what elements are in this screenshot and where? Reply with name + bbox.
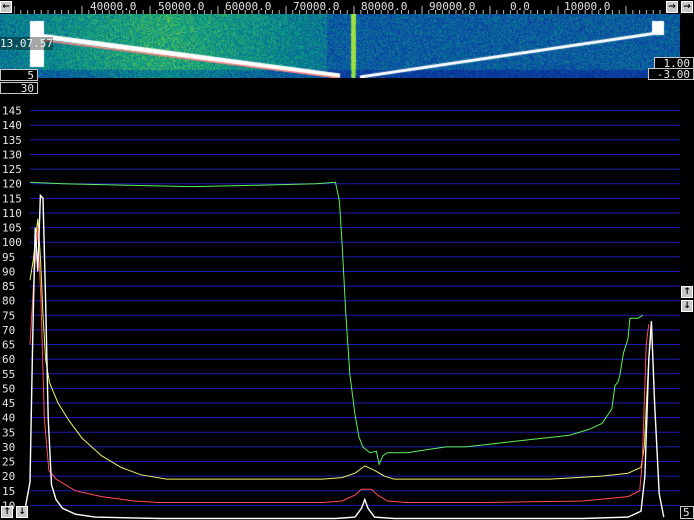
- y-tick-label: 130: [2, 148, 22, 161]
- freq-label: 80000.0: [361, 0, 408, 13]
- freq-label: 90000.0: [429, 0, 476, 13]
- series-white-line: [22, 193, 665, 520]
- y-tick-label: 25: [2, 456, 15, 469]
- arrow-right-icon: →: [668, 2, 676, 12]
- arrow-down-icon: ↓: [18, 507, 26, 517]
- y-tick-label: 115: [2, 192, 22, 205]
- freq-label: 40000.0: [90, 0, 137, 13]
- freq-label: 60000.0: [225, 0, 272, 13]
- y-tick-label: 50: [2, 382, 15, 395]
- y-tick-label: 40: [2, 412, 15, 425]
- zero-field[interactable]: -3.00: [648, 68, 694, 81]
- arrow-right-icon: →: [683, 2, 691, 12]
- y-tick-label: 145: [2, 105, 22, 118]
- arrow-up-icon: ↑: [3, 507, 11, 517]
- y-tick-label: 35: [2, 426, 15, 439]
- y-tick-label: 55: [2, 368, 15, 381]
- scale-up-button[interactable]: ↑: [681, 286, 693, 298]
- scroll-left-button[interactable]: ←: [0, 1, 12, 13]
- y-tick-label: 65: [2, 339, 15, 352]
- freq-label: 10000.0: [564, 0, 611, 13]
- y-tick-label: 135: [2, 134, 22, 147]
- bottom-right-field[interactable]: 5: [680, 506, 694, 519]
- y-tick-label: 125: [2, 163, 22, 176]
- y-tick-label: 15: [2, 485, 15, 498]
- waterfall-timestamp: 13.07.57: [0, 37, 53, 50]
- waterfall-display[interactable]: [0, 14, 680, 78]
- spectrum-graph[interactable]: 1015202530354045505560657075808590951001…: [0, 96, 680, 520]
- freq-label: 50000.0: [158, 0, 205, 13]
- y-tick-label: 110: [2, 207, 22, 220]
- y-tick-label: 85: [2, 280, 15, 293]
- zoom-right-button[interactable]: →: [681, 1, 693, 13]
- freq-label: 70000.0: [293, 0, 340, 13]
- y-tick-label: 100: [2, 236, 22, 249]
- spectrum-analyzer-window: ← 40000.0 50000.0 60000.0 70000.0 80000.…: [0, 0, 694, 520]
- y-tick-label: 140: [2, 119, 22, 132]
- arrow-up-icon: ↑: [683, 287, 691, 297]
- y-tick-label: 60: [2, 353, 15, 366]
- series-green-line: [29, 181, 644, 467]
- level-up-button[interactable]: ↑: [1, 506, 13, 518]
- series-yellow-line: [29, 218, 652, 480]
- y-tick-label: 20: [2, 470, 15, 483]
- y-tick-label: 30: [2, 441, 15, 454]
- y-tick-label: 80: [2, 295, 15, 308]
- scroll-right-button[interactable]: →: [666, 1, 678, 13]
- y-tick-label: 95: [2, 251, 15, 264]
- freq-label: 0.0: [510, 0, 530, 13]
- y-tick-label: 90: [2, 265, 15, 278]
- frequency-axis[interactable]: 40000.0 50000.0 60000.0 70000.0 80000.0 …: [14, 0, 662, 14]
- y-tick-label: 45: [2, 397, 15, 410]
- arrow-left-icon: ←: [2, 2, 10, 12]
- y-tick-label: 120: [2, 178, 22, 191]
- level-down-button[interactable]: ↓: [16, 506, 28, 518]
- scale-down-button[interactable]: ↓: [681, 300, 693, 312]
- y-tick-label: 70: [2, 324, 15, 337]
- averaging-field[interactable]: 30: [0, 82, 38, 95]
- avg-count-field[interactable]: 5: [0, 69, 38, 82]
- y-tick-label: 105: [2, 222, 22, 235]
- y-tick-label: 75: [2, 309, 15, 322]
- arrow-down-icon: ↓: [683, 301, 691, 311]
